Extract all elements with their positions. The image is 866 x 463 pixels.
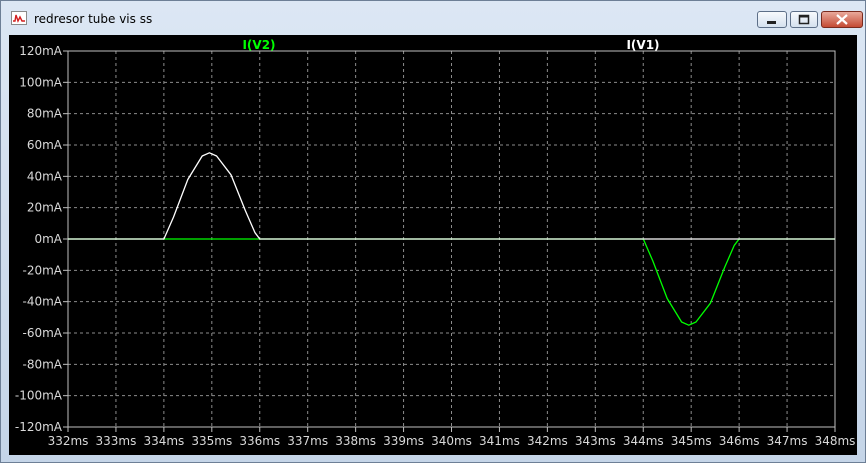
y-tick-label: -120mA <box>15 420 63 434</box>
y-tick-label: 0mA <box>34 232 62 246</box>
minimize-button[interactable] <box>757 11 787 28</box>
trace-label-iv2[interactable]: I(V2) <box>242 38 275 52</box>
plot-area[interactable]: 120mA 100mA 80mA 60mA 40mA 20mA 0mA -20mA -40mA -… <box>9 35 857 455</box>
waveform-plot-icon <box>11 11 27 25</box>
y-tick-label: 40mA <box>27 169 63 183</box>
x-tick-label: 343ms <box>575 434 616 448</box>
y-tick-label: -40mA <box>23 295 63 309</box>
x-tick-label: 337ms <box>287 434 328 448</box>
x-tick-label: 346ms <box>719 434 760 448</box>
y-tick-label: -60mA <box>23 326 63 340</box>
x-tick-label: 332ms <box>48 434 89 448</box>
waveform-chart: 120mA 100mA 80mA 60mA 40mA 20mA 0mA -20mA -40mA -… <box>15 38 856 448</box>
close-button[interactable] <box>821 11 863 28</box>
x-tick-label: 340ms <box>431 434 472 448</box>
title-bar[interactable]: redresor tube vis ss <box>1 1 865 35</box>
x-tick-label: 338ms <box>335 434 376 448</box>
maximize-icon <box>798 14 810 25</box>
x-tick-label: 342ms <box>527 434 568 448</box>
x-tick-label: 344ms <box>623 434 664 448</box>
x-tick-label: 336ms <box>239 434 280 448</box>
x-tick-label: 345ms <box>671 434 712 448</box>
minimize-icon <box>767 21 776 24</box>
x-tick-label: 339ms <box>383 434 424 448</box>
y-tick-label: 20mA <box>27 201 63 215</box>
window-title: redresor tube vis ss <box>34 12 153 26</box>
plot-window: redresor tube vis ss 120mA 100mA 80mA 60… <box>0 0 866 463</box>
y-tick-label: -20mA <box>23 263 63 277</box>
y-tick-label: -80mA <box>23 357 63 371</box>
x-tick-label: 341ms <box>479 434 520 448</box>
y-axis-ticks: 120mA 100mA 80mA 60mA 40mA 20mA 0mA -20mA -40mA -… <box>15 44 68 434</box>
maximize-button[interactable] <box>790 11 818 28</box>
close-icon <box>836 14 848 25</box>
x-tick-label: 335ms <box>191 434 232 448</box>
x-axis-ticks: 332ms 333ms 334ms 335ms 336ms 337ms 338ms 339ms… <box>48 427 856 448</box>
y-tick-label: -100mA <box>15 389 63 403</box>
trace-label-iv1[interactable]: I(V1) <box>626 38 659 52</box>
x-tick-label: 348ms <box>815 434 856 448</box>
y-tick-label: 80mA <box>27 107 63 121</box>
y-tick-label: 60mA <box>27 138 63 152</box>
x-tick-label: 333ms <box>96 434 137 448</box>
y-tick-label: 120mA <box>19 44 63 58</box>
x-tick-label: 347ms <box>767 434 808 448</box>
y-tick-label: 100mA <box>19 75 63 89</box>
x-tick-label: 334ms <box>143 434 184 448</box>
